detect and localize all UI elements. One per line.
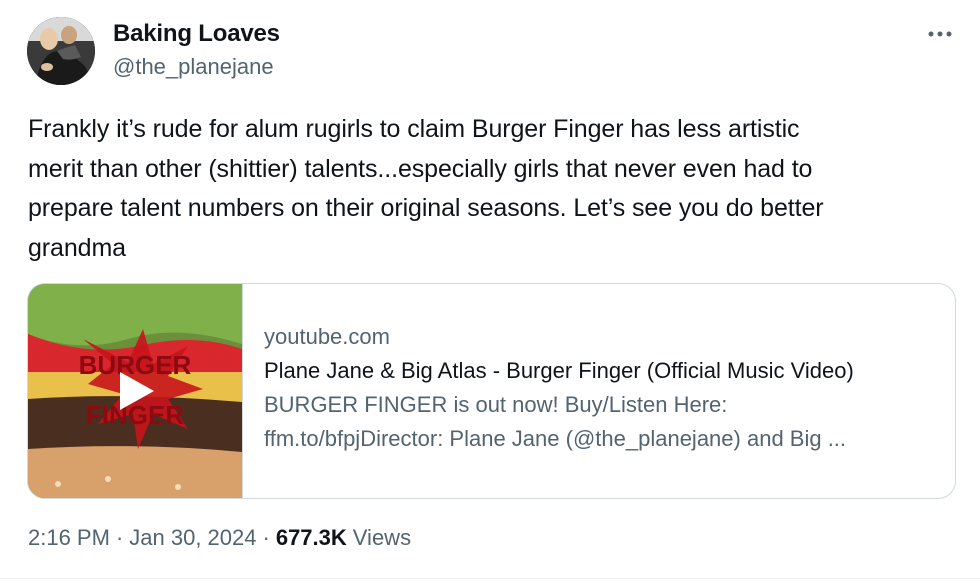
meta-separator: · <box>115 525 124 550</box>
tweet-text-line: grandma <box>28 233 126 262</box>
link-preview-card[interactable]: BURGER FINGER youtube.com Plane Jane & B… <box>27 283 956 499</box>
tweet-text-line: merit than other (shittier) talents...es… <box>28 154 813 183</box>
tweet-meta: 2:16 PM · Jan 30, 2024 · 677.3K Views <box>28 525 411 551</box>
card-description: BURGER FINGER is out now! Buy/Listen Her… <box>264 388 944 456</box>
meta-separator: · <box>262 525 270 550</box>
card-domain: youtube.com <box>264 324 390 349</box>
tweet-text-line: Frankly it’s rude for alum rugirls to cl… <box>28 115 800 143</box>
divider <box>0 578 980 579</box>
card-info: youtube.com Plane Jane & Big Atlas - Bur… <box>264 320 944 456</box>
display-name[interactable]: Baking Loaves <box>113 20 280 48</box>
user-handle[interactable]: @the_planejane <box>113 54 274 80</box>
card-title: Plane Jane & Big Atlas - Burger Finger (… <box>264 358 854 383</box>
card-description-line: BURGER FINGER is out now! Buy/Listen Her… <box>264 392 728 417</box>
views-label[interactable]: Views <box>353 525 411 551</box>
card-description-line: ffm.to/bfpjDirector: Plane Jane (@the_pl… <box>264 426 847 451</box>
tweet-date[interactable]: Jan 30, 2024 <box>129 525 256 551</box>
more-horizontal-icon <box>928 31 952 37</box>
avatar[interactable] <box>27 17 95 85</box>
tweet-text-line: prepare talent numbers on their original… <box>28 194 824 222</box>
video-thumbnail[interactable]: BURGER FINGER <box>28 284 243 498</box>
views-count[interactable]: 677.3K <box>276 525 347 551</box>
tweet-time[interactable]: 2:16 PM <box>28 525 110 551</box>
avatar-photo <box>27 17 95 85</box>
tweet-text: Frankly it’s rude for alum rugirls to cl… <box>28 110 958 268</box>
more-options-button[interactable] <box>918 18 962 50</box>
play-icon[interactable] <box>112 368 158 414</box>
